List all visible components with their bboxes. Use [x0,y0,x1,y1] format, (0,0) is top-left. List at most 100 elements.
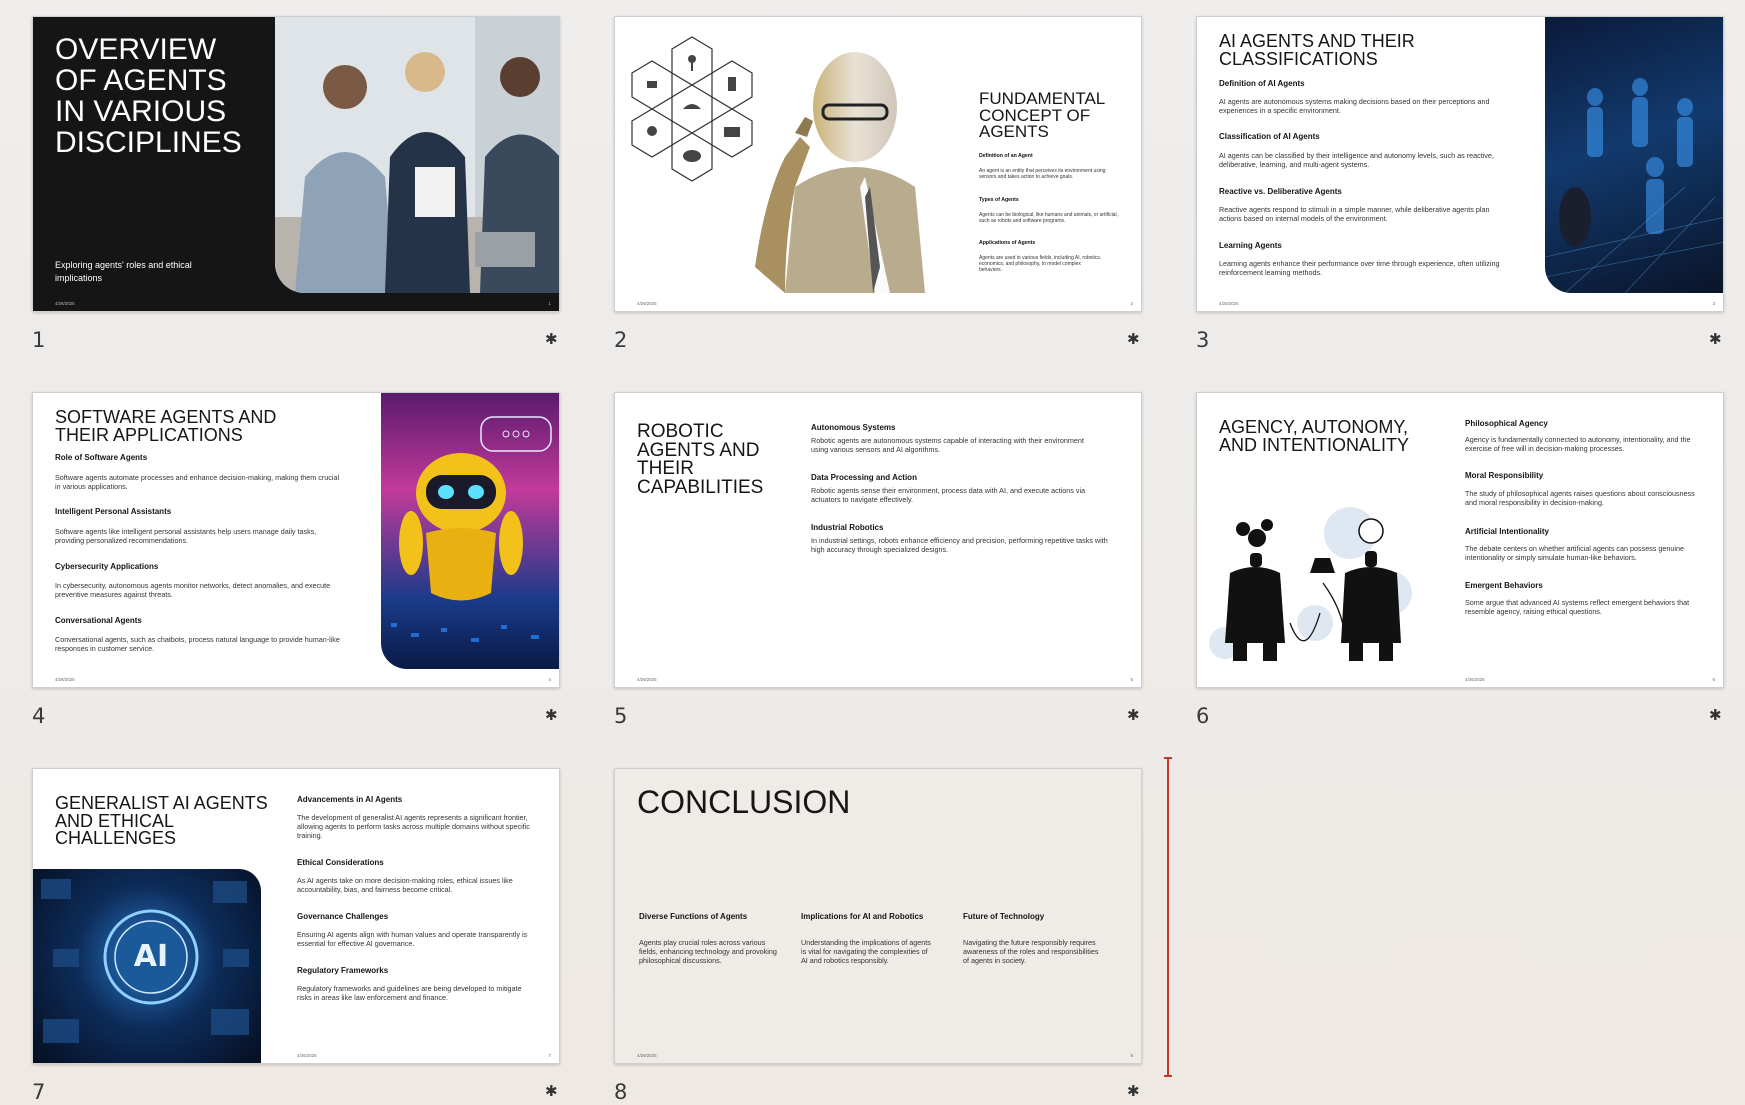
section-body: Software agents automate processes and e… [55,473,340,491]
section-body: The debate centers on whether artificial… [1465,544,1684,562]
section-heading: Data Processing and Action [811,473,917,482]
section-heading: Industrial Robotics [811,523,884,532]
slide-image-meeting [275,17,559,293]
section-heading: Definition of AI Agents [1219,79,1305,88]
section-heading: Applications of Agents [979,240,1036,246]
section-heading: Conversational Agents [55,616,142,625]
slide-date: 4/26/2025 [637,301,657,306]
star-icon[interactable]: ✱ [1127,1082,1139,1100]
section-body: An agent is an entity that perceives its… [979,168,1106,180]
section-body: Understanding the implications of agents… [801,938,931,965]
slide-date: 4/26/2025 [55,301,75,306]
star-icon[interactable]: ✱ [545,1082,557,1100]
section-body: Agency is fundamentally connected to aut… [1465,435,1691,453]
star-icon[interactable]: ✱ [1709,706,1721,724]
slide-thumbnail-1[interactable]: OVERVIEW OF AGENTS IN VARIOUS DISCIPLINE… [32,16,560,312]
slide-thumbnail-4[interactable]: SOFTWARE AGENTS AND THEIR APPLICATIONS R… [32,392,560,688]
slide-title: AGENCY, AUTONOMY, AND INTENTIONALITY [1219,417,1410,455]
section-heading: Emergent Behaviors [1465,581,1543,590]
slide-subtitle: Exploring agents' roles and ethical impl… [55,260,192,283]
section-body: Learning agents enhance their performanc… [1219,259,1500,277]
slide-image-cyborg [715,37,925,293]
slide-number-4: 4 [32,704,46,728]
slide-thumbnail-8[interactable]: CONCLUSION Diverse Functions of Agents A… [614,768,1142,1064]
section-heading: Reactive vs. Deliberative Agents [1219,187,1342,196]
section-heading: Diverse Functions of Agents [639,912,748,921]
section-body: Some argue that advanced AI systems refl… [1465,598,1690,616]
slide-image-ai-brain: AI [33,869,261,1063]
section-body: AI agents can be classified by their int… [1219,151,1494,169]
section-body: Agents play crucial roles across various… [639,938,777,965]
slide-page-number: 5 [1130,677,1133,682]
slide-page-number: 2 [1130,301,1133,306]
slide-page-number: 1 [548,301,551,306]
star-icon[interactable]: ✱ [545,330,557,348]
section-body: Software agents like intelligent persona… [55,527,317,545]
section-body: In cybersecurity, autonomous agents moni… [55,581,331,599]
section-body: Regulatory frameworks and guidelines are… [297,984,522,1002]
section-heading: Classification of AI Agents [1219,132,1320,141]
slide-number-7: 7 [32,1080,46,1104]
section-heading: Governance Challenges [297,912,389,921]
section-heading: Ethical Considerations [297,858,384,867]
slide-page-number: 6 [1712,677,1715,682]
section-body: Ensuring AI agents align with human valu… [297,930,528,948]
slide-thumbnail-5[interactable]: ROBOTIC AGENTS AND THEIR CAPABILITIES Au… [614,392,1142,688]
section-body: The development of generalist AI agents … [297,813,530,840]
slide-number-6: 6 [1196,704,1210,728]
section-body: As AI agents take on more decision-makin… [297,876,513,894]
slide-image-yellow-robot [381,393,559,669]
section-body: Agents are used in various fields, inclu… [979,255,1102,273]
slide-title: AI AGENTS AND THEIR CLASSIFICATIONS [1219,31,1415,69]
slide-date: 4/26/2025 [1465,677,1485,682]
slide-thumbnail-6[interactable]: AGENCY, AUTONOMY, AND INTENTIONALITY Phi… [1196,392,1724,688]
slide-thumbnail-7[interactable]: GENERALIST AI AGENTS AND ETHICAL CHALLEN… [32,768,560,1064]
section-heading: Future of Technology [963,912,1045,921]
section-body: The study of philosophical agents raises… [1465,489,1695,507]
section-body: In industrial settings, robots enhance e… [811,536,1108,554]
section-heading: Intelligent Personal Assistants [55,507,172,516]
slide-title: SOFTWARE AGENTS AND THEIR APPLICATIONS [55,407,277,445]
star-icon[interactable]: ✱ [545,706,557,724]
slide-thumbnail-3[interactable]: AI AGENTS AND THEIR CLASSIFICATIONS Defi… [1196,16,1724,312]
section-heading: Regulatory Frameworks [297,966,389,975]
slide-number-1: 1 [32,328,46,352]
ai-label: AI [133,939,169,974]
section-body: Conversational agents, such as chatbots,… [55,635,340,653]
slide-date: 4/26/2025 [55,677,75,682]
slide-number-2: 2 [614,328,628,352]
slide-title: OVERVIEW OF AGENTS IN VARIOUS DISCIPLINE… [55,33,242,159]
slide-page-number: 3 [1712,301,1715,306]
section-heading: Autonomous Systems [811,423,896,432]
slide-page-number: 7 [548,1053,551,1058]
section-body: Robotic agents are autonomous systems ca… [811,436,1084,454]
slide-date: 4/26/2025 [637,1053,657,1058]
slide-title: FUNDAMENTAL CONCEPT OF AGENTS [979,89,1105,142]
section-body: Agents can be biological, like humans an… [979,212,1118,224]
star-icon[interactable]: ✱ [1127,706,1139,724]
insertion-cursor [1164,757,1172,1077]
section-heading: Role of Software Agents [55,453,148,462]
slide-image-gear-heads [1205,503,1425,669]
section-heading: Implications for AI and Robotics [801,912,924,921]
section-body: AI agents are autonomous systems making … [1219,97,1490,115]
slide-date: 4/26/2025 [637,677,657,682]
section-heading: Artificial Intentionality [1465,527,1550,536]
star-icon[interactable]: ✱ [1709,330,1721,348]
slide-thumbnail-2[interactable]: FUNDAMENTAL CONCEPT OF AGENTS Definition… [614,16,1142,312]
slide-page-number: 8 [1130,1053,1133,1058]
section-body: Robotic agents sense their environment, … [811,486,1086,504]
section-heading: Cybersecurity Applications [55,562,159,571]
section-heading: Learning Agents [1219,241,1282,250]
star-icon[interactable]: ✱ [1127,330,1139,348]
section-body: Navigating the future responsibly requir… [963,938,1099,965]
slide-number-5: 5 [614,704,628,728]
section-heading: Definition of an Agent [979,153,1033,159]
slide-title: ROBOTIC AGENTS AND THEIR CAPABILITIES [637,421,764,498]
slide-number-3: 3 [1196,328,1210,352]
section-heading: Types of Agents [979,197,1019,203]
section-heading: Moral Responsibility [1465,471,1544,480]
section-body: Reactive agents respond to stimuli in a … [1219,205,1490,223]
slide-image-holograms [1545,17,1723,293]
slide-title: CONCLUSION [637,784,851,820]
